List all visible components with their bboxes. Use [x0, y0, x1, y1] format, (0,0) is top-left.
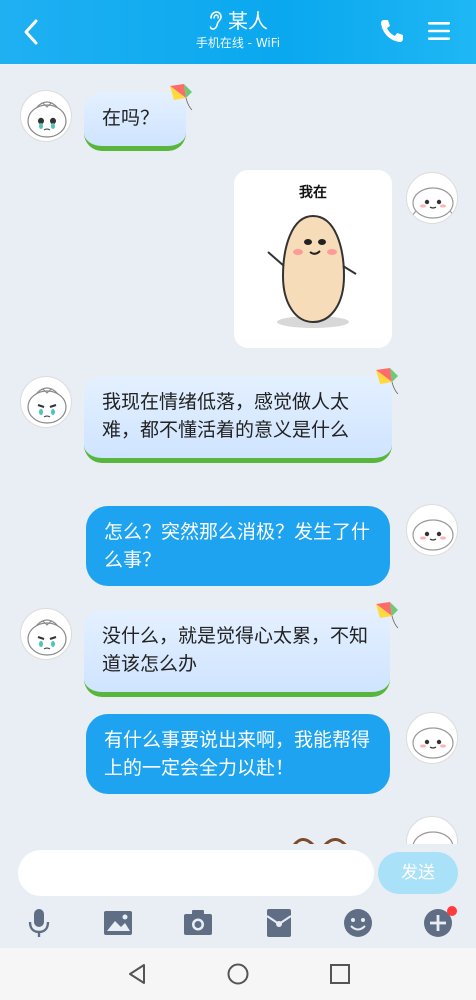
camera-icon[interactable] [181, 906, 215, 940]
notification-dot [447, 906, 457, 916]
outgoing-bubble[interactable]: 有什么事要说出来啊，我能帮得上的一定会全力以赴！ [86, 714, 390, 794]
sticker-preview-icon [293, 838, 347, 844]
phone-icon[interactable] [378, 17, 406, 45]
contact-avatar[interactable] [20, 376, 72, 428]
red-packet-icon[interactable] [262, 906, 296, 940]
dumpling-face-icon [412, 727, 454, 759]
contact-name: 某人 [228, 9, 268, 33]
contact-avatar[interactable] [20, 90, 72, 142]
kite-decoration-icon [376, 368, 399, 395]
my-avatar[interactable] [406, 504, 458, 556]
sticker-message[interactable]: 我在 [234, 170, 392, 348]
kite-decoration-icon [170, 84, 193, 111]
bun-face-icon [27, 101, 67, 138]
my-avatar[interactable] [406, 172, 458, 224]
contact-avatar[interactable] [20, 608, 72, 660]
message-text: 我现在情绪低落，感觉做人太难，都不懂活着的意义是什么 [102, 391, 350, 441]
my-avatar[interactable] [406, 712, 458, 764]
bun-face-icon [27, 619, 67, 656]
my-avatar[interactable] [406, 816, 458, 844]
system-navbar [0, 948, 476, 1000]
incoming-bubble[interactable]: 我现在情绪低落，感觉做人太难，都不懂活着的意义是什么 [84, 376, 392, 463]
composer: 发送 [0, 844, 476, 948]
back-triangle-icon[interactable] [124, 960, 152, 988]
input-toolbar [0, 904, 476, 944]
message-list[interactable]: 在吗？ 我在 我现在情绪低落，感觉做人太难，都不懂活着的意义是什么 怎么？突然那… [0, 64, 476, 844]
emoji-icon[interactable] [341, 906, 375, 940]
dumpling-face-icon [410, 187, 456, 219]
message-input[interactable] [18, 850, 374, 896]
potato-sticker-icon [267, 214, 357, 328]
message-text: 没什么，就是觉得心太累，不知道该怎么办 [102, 625, 369, 675]
outgoing-bubble[interactable]: 怎么？突然那么消极？发生了什么事？ [86, 506, 390, 586]
dumpling-face-icon [412, 519, 454, 551]
send-button[interactable]: 发送 [378, 852, 458, 894]
incoming-bubble[interactable]: 没什么，就是觉得心太累，不知道该怎么办 [84, 610, 390, 697]
home-circle-icon[interactable] [224, 960, 252, 988]
ear-icon [209, 11, 222, 30]
microphone-icon[interactable] [22, 906, 56, 940]
message-text: 怎么？突然那么消极？发生了什么事？ [104, 521, 371, 571]
message-text: 有什么事要说出来啊，我能帮得上的一定会全力以赴！ [104, 729, 371, 779]
contact-name-row[interactable]: 某人 [208, 8, 268, 34]
bun-face-icon [27, 387, 67, 424]
message-text: 在吗？ [102, 107, 160, 129]
menu-icon[interactable] [426, 18, 452, 44]
kite-decoration-icon [376, 602, 399, 629]
sticker-caption: 我在 [299, 185, 327, 201]
dumpling-face-icon [412, 831, 454, 844]
recents-square-icon[interactable] [326, 960, 354, 988]
chat-header: 某人 手机在线 - WiFi [0, 0, 476, 64]
image-icon[interactable] [101, 906, 135, 940]
